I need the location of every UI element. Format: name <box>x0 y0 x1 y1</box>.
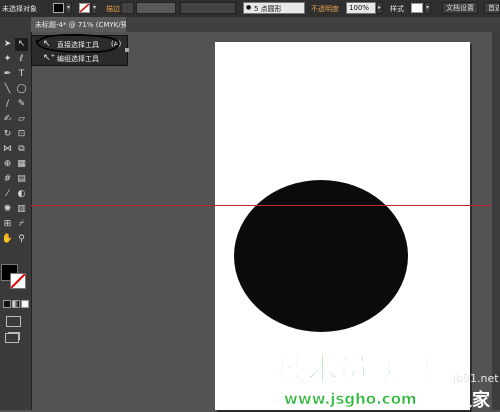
column-graph-tool-icon[interactable]: ▥ <box>15 203 28 216</box>
document-tab-label: 未标题-4* @ 71% (CMYK/预览) <box>35 21 138 29</box>
width-tool-icon[interactable]: ⋈ <box>1 143 14 156</box>
tools-panel: ➤ ↖ ✦ ℓ ✒ T ╲ ◯ ∕ ✎ ✍ ▱ ↻ ⊡ ⋈ ⧉ ⊕ ▦ # ▤ … <box>0 17 32 410</box>
fill-swatch[interactable] <box>53 3 64 13</box>
stroke-weight-stepper[interactable] <box>121 2 134 14</box>
control-bar: 未选择对象 ▾ ▾ 描边 ● 5 点圆形 不透明度 100% ▸ 样式 ▾ 文档… <box>0 0 500 18</box>
stroke-swatch[interactable] <box>79 3 90 13</box>
slice-tool-icon[interactable]: ⌿ <box>15 218 28 231</box>
perspective-grid-tool-icon[interactable]: ▦ <box>15 158 28 171</box>
rotate-tool-icon[interactable]: ↻ <box>1 128 14 141</box>
screen-mode-icon[interactable] <box>5 333 19 343</box>
selection-status-label: 未选择对象 <box>2 5 37 13</box>
brush-definition-dropdown[interactable]: ● 5 点圆形 <box>243 2 305 14</box>
selection-tool-icon[interactable]: ➤ <box>1 38 14 51</box>
watermark: 技术员联盟 jb51.net www.jsgho.com 之家 <box>270 346 500 411</box>
watermark-logo: 技术员联盟 jb51.net www.jsgho.com 之家 <box>275 351 499 411</box>
hand-drawn-circle-annotation <box>36 33 120 53</box>
eyedropper-tool-icon[interactable]: ⁄ <box>1 188 14 201</box>
lasso-tool-icon[interactable]: ℓ <box>15 53 28 66</box>
opacity-dropdown-caret[interactable]: ▸ <box>376 2 383 14</box>
scale-tool-icon[interactable]: ⊡ <box>15 128 28 141</box>
no-stroke-slash-icon <box>11 274 25 288</box>
stroke-color-box[interactable] <box>10 273 26 289</box>
gradient-mode-icon[interactable] <box>12 300 20 308</box>
tab-strip <box>126 17 500 32</box>
none-mode-icon[interactable] <box>21 300 29 308</box>
selection-tools-flyout: ↖ 直接选择工具 (A) ↖⁺ 编组选择工具 <box>31 33 129 66</box>
style-label: 样式 <box>390 5 404 13</box>
variable-width-profile-dropdown[interactable] <box>136 2 176 14</box>
watermark-side-text: jb51.net <box>452 372 499 385</box>
preferences-button[interactable]: 首选项 <box>484 2 500 14</box>
graphic-style-caret[interactable]: ▾ <box>424 2 431 14</box>
zoom-tool-icon[interactable]: ⚲ <box>15 233 28 246</box>
color-mode-icon[interactable] <box>3 300 11 308</box>
horizontal-guide-line[interactable] <box>31 205 500 206</box>
pen-tool-icon[interactable]: ✒ <box>1 68 14 81</box>
artboard-tool-icon[interactable]: ⊞ <box>1 218 14 231</box>
direct-selection-tool-icon[interactable]: ↖ <box>15 38 28 51</box>
line-tool-icon[interactable]: ╲ <box>1 83 14 96</box>
graphic-style-swatch[interactable] <box>411 3 423 13</box>
hand-tool-icon[interactable]: ✋ <box>1 233 14 246</box>
mesh-tool-icon[interactable]: # <box>1 173 14 186</box>
gradient-tool-icon[interactable]: ▤ <box>15 173 28 186</box>
opacity-input[interactable]: 100% <box>346 2 376 14</box>
ellipse-tool-icon[interactable]: ◯ <box>15 83 28 96</box>
paintbrush-tool-icon[interactable]: ∕ <box>1 98 14 111</box>
watermark-url-text: www.jsgho.com <box>284 390 417 408</box>
blob-brush-tool-icon[interactable]: ✍ <box>1 113 14 126</box>
document-setup-button[interactable]: 文档设置 <box>442 2 478 14</box>
free-transform-tool-icon[interactable]: ⧉ <box>15 143 28 156</box>
drawing-mode-icon[interactable] <box>6 316 21 327</box>
no-stroke-slash-icon <box>80 4 89 12</box>
type-tool-icon[interactable]: T <box>15 68 28 81</box>
fill-dropdown-caret[interactable]: ▾ <box>65 2 72 14</box>
opacity-label: 不透明度 <box>311 5 339 13</box>
brush-dot-icon: ● <box>246 4 252 11</box>
opacity-value: 100% <box>349 4 370 12</box>
flyout-tearoff-handle[interactable] <box>125 48 129 52</box>
stroke-weight-label: 描边 <box>106 5 120 13</box>
document-tab[interactable]: 未标题-4* @ 71% (CMYK/预览) <box>31 17 137 32</box>
profile-dropdown[interactable] <box>180 2 236 14</box>
shape-builder-tool-icon[interactable]: ⊕ <box>1 158 14 171</box>
symbol-sprayer-tool-icon[interactable]: ✺ <box>1 203 14 216</box>
watermark-main-text: 技术员联盟 <box>276 352 431 388</box>
black-ellipse-shape[interactable] <box>234 180 408 332</box>
watermark-suffix-text: 之家 <box>454 389 491 410</box>
magic-wand-tool-icon[interactable]: ✦ <box>1 53 14 66</box>
stroke-dropdown-caret[interactable]: ▾ <box>91 2 98 14</box>
eraser-tool-icon[interactable]: ▱ <box>15 113 28 126</box>
brush-definition-value: 5 点圆形 <box>254 5 282 13</box>
pencil-tool-icon[interactable]: ✎ <box>15 98 28 111</box>
blend-tool-icon[interactable]: ◐ <box>15 188 28 201</box>
